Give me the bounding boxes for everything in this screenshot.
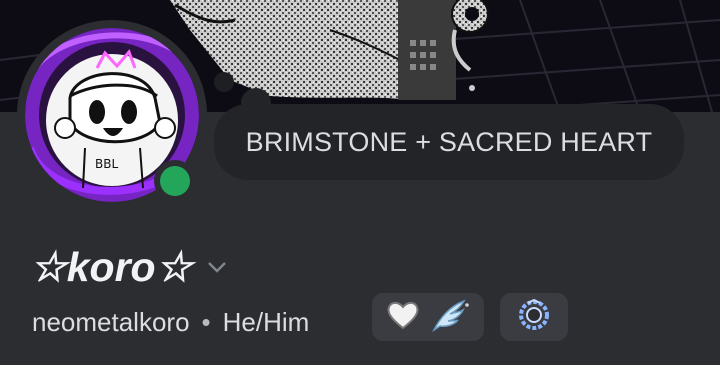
- thought-bubble-dot-small: [214, 72, 234, 92]
- custom-status-bubble[interactable]: BRIMSTONE + SACRED HEART: [214, 104, 684, 180]
- custom-status-text: BRIMSTONE + SACRED HEART: [245, 126, 653, 157]
- username[interactable]: neometalkoro: [32, 307, 190, 338]
- laurel-badge-icon[interactable]: [518, 298, 550, 336]
- wing-badge-icon[interactable]: [430, 298, 470, 337]
- display-name-row[interactable]: ☆koro☆: [30, 243, 228, 291]
- badge-group[interactable]: [372, 293, 484, 341]
- online-status-indicator: [160, 166, 190, 196]
- svg-text:BBL: BBL: [95, 157, 118, 171]
- badge-group-2[interactable]: [500, 293, 568, 341]
- pronouns: He/Him: [222, 306, 310, 337]
- display-name: ☆koro☆: [30, 244, 193, 290]
- username-row: neometalkoro • He/Him: [32, 304, 309, 340]
- separator: •: [201, 306, 211, 337]
- chevron-down-icon[interactable]: [206, 254, 228, 280]
- heart-badge-icon[interactable]: [386, 300, 420, 335]
